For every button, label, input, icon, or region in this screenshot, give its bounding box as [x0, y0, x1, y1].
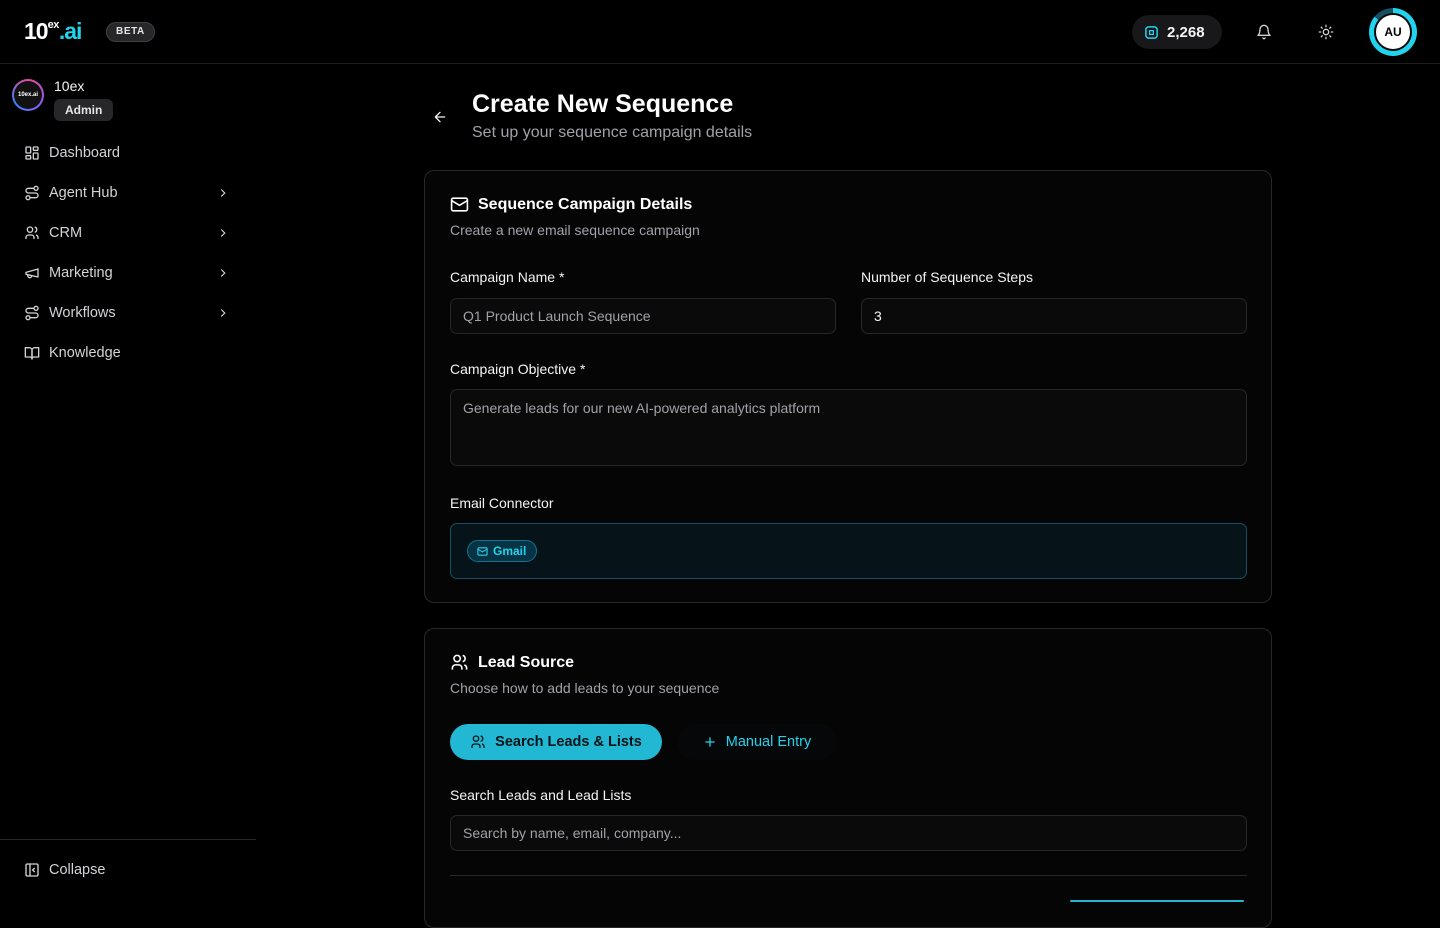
top-bar: 10 ex .ai BETA 2,268 AU [0, 0, 1440, 64]
campaign-objective-textarea[interactable]: Generate leads for our new AI-powered an… [450, 389, 1247, 466]
card-title: Sequence Campaign Details [478, 195, 693, 213]
button-label: Manual Entry [725, 734, 812, 750]
sidebar-item-label: Knowledge [49, 345, 121, 361]
workflow-icon [25, 305, 39, 321]
search-leads-input[interactable]: Search by name, email, company... [450, 815, 1247, 851]
megaphone-icon [25, 268, 39, 279]
card-header: Sequence Campaign Details [450, 195, 692, 214]
section-divider [450, 875, 1247, 876]
users-icon [451, 654, 468, 670]
avatar: AU [1374, 13, 1412, 51]
notifications-button[interactable] [1252, 20, 1276, 44]
mail-icon [450, 197, 469, 212]
chevron-right-icon [220, 269, 226, 277]
lead-source-card: Lead Source Choose how to add leads to y… [424, 628, 1272, 928]
card-subtitle: Choose how to add leads to your sequence [450, 680, 720, 696]
bell-icon [1257, 24, 1271, 40]
chevron-right-icon [220, 229, 226, 237]
back-button[interactable] [430, 107, 450, 127]
sidebar-item-workflows[interactable]: Workflows [12, 293, 244, 333]
sidebar-item-marketing[interactable]: Marketing [12, 253, 244, 293]
logo-main-text: 10 [24, 18, 49, 44]
email-connector-label: Email Connector [450, 495, 554, 511]
button-label: Search Leads & Lists [495, 734, 642, 750]
org-name: 10ex [54, 78, 85, 94]
sidebar-item-dashboard[interactable]: Dashboard [12, 133, 244, 173]
org-role-badge: Admin [54, 99, 114, 121]
sidebar: 10ex.ai 10ex Admin Dashboard Agent Hub C… [0, 65, 256, 900]
sidebar-item-knowledge[interactable]: Knowledge [12, 333, 244, 373]
chevron-right-icon [220, 309, 226, 317]
card-subtitle: Create a new email sequence campaign [450, 222, 700, 238]
logo-sup-text: ex [47, 19, 60, 31]
sidebar-item-label: Dashboard [49, 145, 120, 161]
sidebar-item-label: Agent Hub [49, 185, 118, 201]
chevron-right-icon [220, 189, 226, 197]
plus-icon [705, 737, 715, 747]
logo-suffix-text: .ai [58, 18, 83, 44]
app-logo[interactable]: 10 ex .ai [24, 18, 83, 45]
search-leads-label: Search Leads and Lead Lists [450, 787, 632, 803]
credits-value: 2,268 [1167, 23, 1205, 41]
sequence-steps-input[interactable]: 3 [861, 298, 1247, 334]
sidebar-item-label: Marketing [49, 265, 113, 281]
manual-entry-tab-button[interactable]: Manual Entry [677, 724, 837, 760]
sidebar-nav: Dashboard Agent Hub CRM Marketing Workfl… [12, 133, 244, 373]
collapse-label: Collapse [49, 862, 106, 878]
email-connector-selector[interactable]: Gmail [450, 523, 1247, 579]
sidebar-item-agent-hub[interactable]: Agent Hub [12, 173, 244, 213]
route-icon [25, 185, 39, 201]
card-header: Lead Source [450, 653, 574, 672]
collapse-sidebar-button[interactable]: Collapse [0, 840, 256, 900]
sun-icon [1318, 24, 1334, 40]
campaign-objective-label: Campaign Objective * [450, 361, 586, 377]
arrow-left-icon [434, 111, 446, 123]
offscreen-action-button[interactable] [1070, 900, 1244, 902]
page-title: Create New Sequence [472, 90, 734, 118]
panel-collapse-icon [25, 863, 39, 877]
sequence-details-card: Sequence Campaign Details Create a new e… [424, 170, 1272, 603]
mail-icon [477, 546, 488, 556]
users-icon [471, 735, 485, 748]
grid-icon [25, 146, 39, 160]
org-logo-text: 10ex.ai [14, 81, 42, 109]
gmail-connector-chip[interactable]: Gmail [467, 540, 538, 562]
credits-balance[interactable]: 2,268 [1132, 15, 1222, 49]
chip-label: Gmail [493, 544, 527, 558]
org-switcher[interactable]: 10ex.ai 10ex Admin [12, 78, 114, 121]
user-avatar-button[interactable]: AU [1369, 8, 1417, 56]
coin-icon [1145, 25, 1158, 39]
sidebar-item-label: CRM [49, 225, 83, 241]
sidebar-item-crm[interactable]: CRM [12, 213, 244, 253]
page-subtitle: Set up your sequence campaign details [472, 124, 753, 141]
sidebar-item-label: Workflows [49, 305, 116, 321]
search-leads-tab-button[interactable]: Search Leads & Lists [450, 724, 662, 760]
beta-badge: BETA [106, 22, 155, 42]
sequence-steps-label: Number of Sequence Steps [861, 269, 1033, 285]
campaign-name-input[interactable]: Q1 Product Launch Sequence [450, 298, 836, 334]
book-icon [24, 347, 40, 360]
campaign-name-label: Campaign Name * [450, 269, 565, 285]
org-logo: 10ex.ai [12, 79, 44, 111]
sidebar-footer: Collapse [0, 839, 256, 900]
theme-toggle-button[interactable] [1314, 20, 1338, 44]
users-icon [25, 226, 39, 239]
card-title: Lead Source [478, 653, 575, 671]
